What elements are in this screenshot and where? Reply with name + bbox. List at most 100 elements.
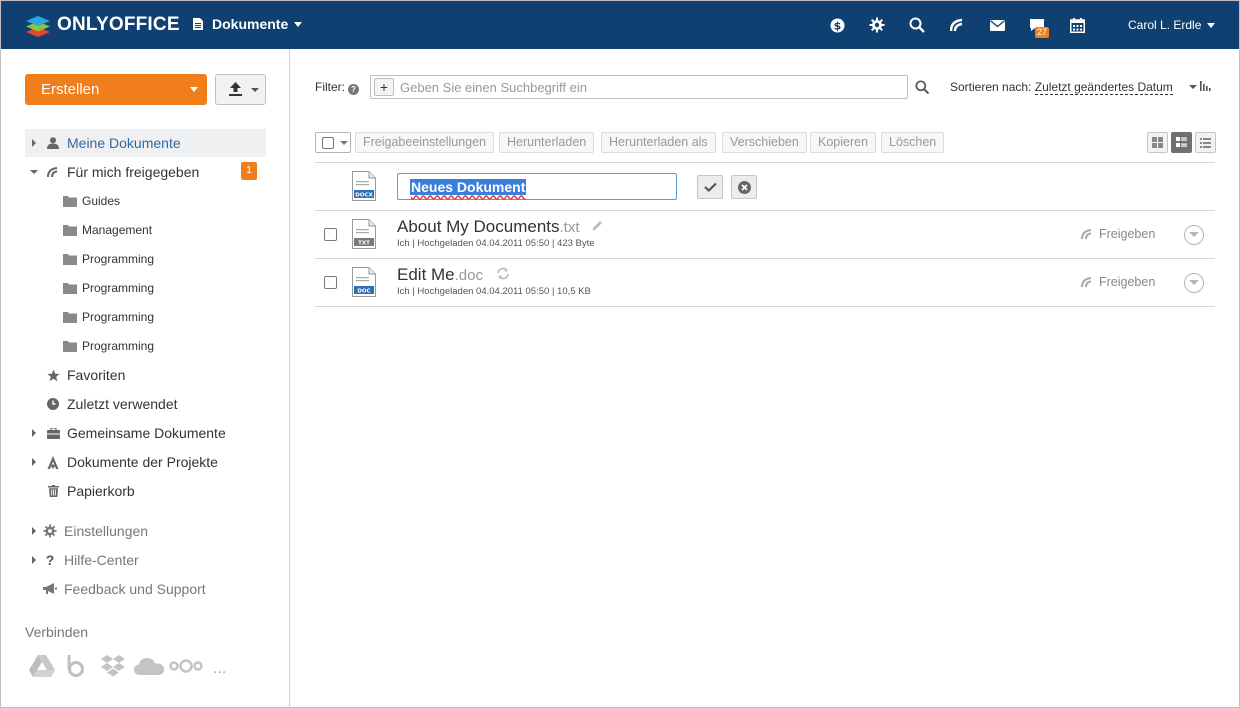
sidebar-folder-programming[interactable]: Programming <box>63 249 154 269</box>
sidebar-item-favorites[interactable]: Favoriten <box>25 361 266 389</box>
module-switcher[interactable]: Dokumente <box>193 16 303 32</box>
collapse-arrow-icon[interactable] <box>30 170 38 174</box>
divider <box>315 306 1215 307</box>
sidebar-folder-programming[interactable]: Programming <box>63 278 154 298</box>
new-document-name-text: Neues Dokument <box>410 178 527 195</box>
product-logo[interactable]: ONLYOFFICE <box>25 12 180 38</box>
download-button[interactable]: Herunterladen <box>499 132 595 153</box>
sidebar-item-my-documents[interactable]: Meine Dokumente <box>25 129 266 157</box>
connect-title: Verbinden <box>25 624 89 640</box>
file-type-label: TXT <box>358 240 370 246</box>
expand-arrow-icon[interactable] <box>32 527 36 535</box>
file-name-link[interactable]: About My Documents.txt <box>397 217 603 237</box>
sidebar-folder-programming[interactable]: Programming <box>63 336 154 356</box>
move-button[interactable]: Verschieben <box>722 132 807 153</box>
sidebar-item-trash[interactable]: Papierkorb <box>25 477 266 505</box>
user-menu[interactable]: Carol L. Erdle <box>1128 18 1216 32</box>
confirm-name-button[interactable] <box>697 175 723 199</box>
select-all-checkbox-menu[interactable] <box>315 132 351 153</box>
sidebar-item-recent[interactable]: Zuletzt verwendet <box>25 390 266 418</box>
settings-gear-icon[interactable] <box>867 15 887 35</box>
folder-label: Guides <box>82 194 121 208</box>
sidebar-item-common-documents[interactable]: Gemeinsame Dokumente <box>25 419 266 447</box>
logo-text: ONLYOFFICE <box>57 14 180 35</box>
sidebar-folder-programming[interactable]: Programming <box>63 307 154 327</box>
file-name-link[interactable]: Edit Me.doc <box>397 265 510 285</box>
file-type-label: DOCX <box>355 192 373 198</box>
add-filter-button[interactable]: + <box>374 78 394 96</box>
calendar-icon[interactable] <box>1067 15 1087 35</box>
search-icon[interactable] <box>915 80 929 94</box>
create-button[interactable]: Erstellen <box>25 74 207 105</box>
pencil-icon[interactable] <box>592 220 603 231</box>
row-context-menu-button[interactable] <box>1184 225 1204 245</box>
row-view-button[interactable] <box>1171 132 1192 153</box>
sort-value-dropdown[interactable]: Zuletzt geändertes Datum <box>1034 80 1173 95</box>
share-icon <box>1081 277 1092 288</box>
search-icon[interactable] <box>907 15 927 35</box>
share-button[interactable]: Freigeben <box>1081 275 1155 289</box>
divider <box>315 258 1215 259</box>
share-button[interactable]: Freigeben <box>1081 227 1155 241</box>
sharing-settings-button[interactable]: Freigabeeinstellungen <box>355 132 495 153</box>
file-toolbar: Freigabeeinstellungen Herunterladen Heru… <box>315 132 1216 154</box>
chat-icon[interactable]: 27 <box>1027 15 1050 38</box>
sidebar-item-label: Gemeinsame Dokumente <box>67 425 226 441</box>
sidebar-item-shared-with-me[interactable]: Für mich freigegeben 1 <box>25 158 266 186</box>
cancel-name-button[interactable] <box>731 175 757 199</box>
settings-gear-icon <box>43 524 57 538</box>
row-context-menu-button[interactable] <box>1184 273 1204 293</box>
chevron-down-icon <box>190 87 198 92</box>
user-icon <box>46 136 60 150</box>
sidebar-item-label: Zuletzt verwendet <box>67 396 178 412</box>
expand-arrow-icon[interactable] <box>32 556 36 564</box>
payments-icon[interactable]: $ <box>827 15 847 35</box>
google-drive-icon[interactable] <box>29 652 55 680</box>
share-icon <box>46 165 60 179</box>
chat-badge: 27 <box>1035 27 1050 38</box>
file-extension: .doc <box>454 267 483 284</box>
sidebar-item-feedback[interactable]: Feedback und Support <box>25 575 266 603</box>
sidebar-folder-guides[interactable]: Guides <box>63 191 120 211</box>
sidebar-folder-management[interactable]: Management <box>63 220 152 240</box>
folder-icon <box>63 253 77 265</box>
sort-direction-icon[interactable] <box>1200 81 1212 91</box>
feed-icon[interactable] <box>947 15 967 35</box>
expand-arrow-icon[interactable] <box>32 139 36 147</box>
onedrive-icon[interactable] <box>134 652 164 680</box>
select-all-checkbox[interactable] <box>322 137 334 149</box>
filter-search-box: + <box>370 75 908 99</box>
copy-button[interactable]: Kopieren <box>810 132 877 153</box>
sidebar-item-label: Favoriten <box>67 367 126 383</box>
tile-view-button[interactable] <box>1147 132 1168 153</box>
upload-button[interactable] <box>215 74 266 105</box>
folder-label: Programming <box>82 339 155 353</box>
sidebar-item-project-documents[interactable]: Dokumente der Projekte <box>25 448 266 476</box>
mail-icon[interactable] <box>987 15 1007 35</box>
download-as-button[interactable]: Herunterladen als <box>601 132 716 153</box>
sidebar-item-help-center[interactable]: ? Hilfe-Center <box>25 546 266 574</box>
divider <box>315 210 1215 211</box>
share-label: Freigeben <box>1099 275 1156 289</box>
delete-button[interactable]: Löschen <box>881 132 945 153</box>
onlyoffice-logo-icon <box>26 16 50 37</box>
new-document-name-input[interactable]: Neues Dokument <box>397 173 677 200</box>
row-checkbox[interactable] <box>324 276 337 289</box>
box-icon[interactable] <box>67 652 85 680</box>
help-icon[interactable]: ? <box>348 84 359 95</box>
search-input[interactable] <box>400 79 890 95</box>
list-view-button[interactable] <box>1195 132 1216 153</box>
sort-control: Sortieren nach: Zuletzt geändertes Datum <box>950 80 1173 95</box>
sidebar-item-settings[interactable]: Einstellungen <box>25 517 266 545</box>
trash-icon <box>46 484 60 498</box>
expand-arrow-icon[interactable] <box>32 429 36 437</box>
tile-view-icon <box>1152 137 1163 148</box>
expand-arrow-icon[interactable] <box>32 458 36 466</box>
more-services-link[interactable]: ... <box>213 652 226 680</box>
nextcloud-icon[interactable] <box>169 652 203 680</box>
chevron-down-icon[interactable] <box>1189 85 1197 89</box>
row-checkbox[interactable] <box>324 228 337 241</box>
dropbox-icon[interactable] <box>101 652 125 680</box>
divider <box>315 162 1215 163</box>
sidebar-item-label: Meine Dokumente <box>67 135 181 151</box>
